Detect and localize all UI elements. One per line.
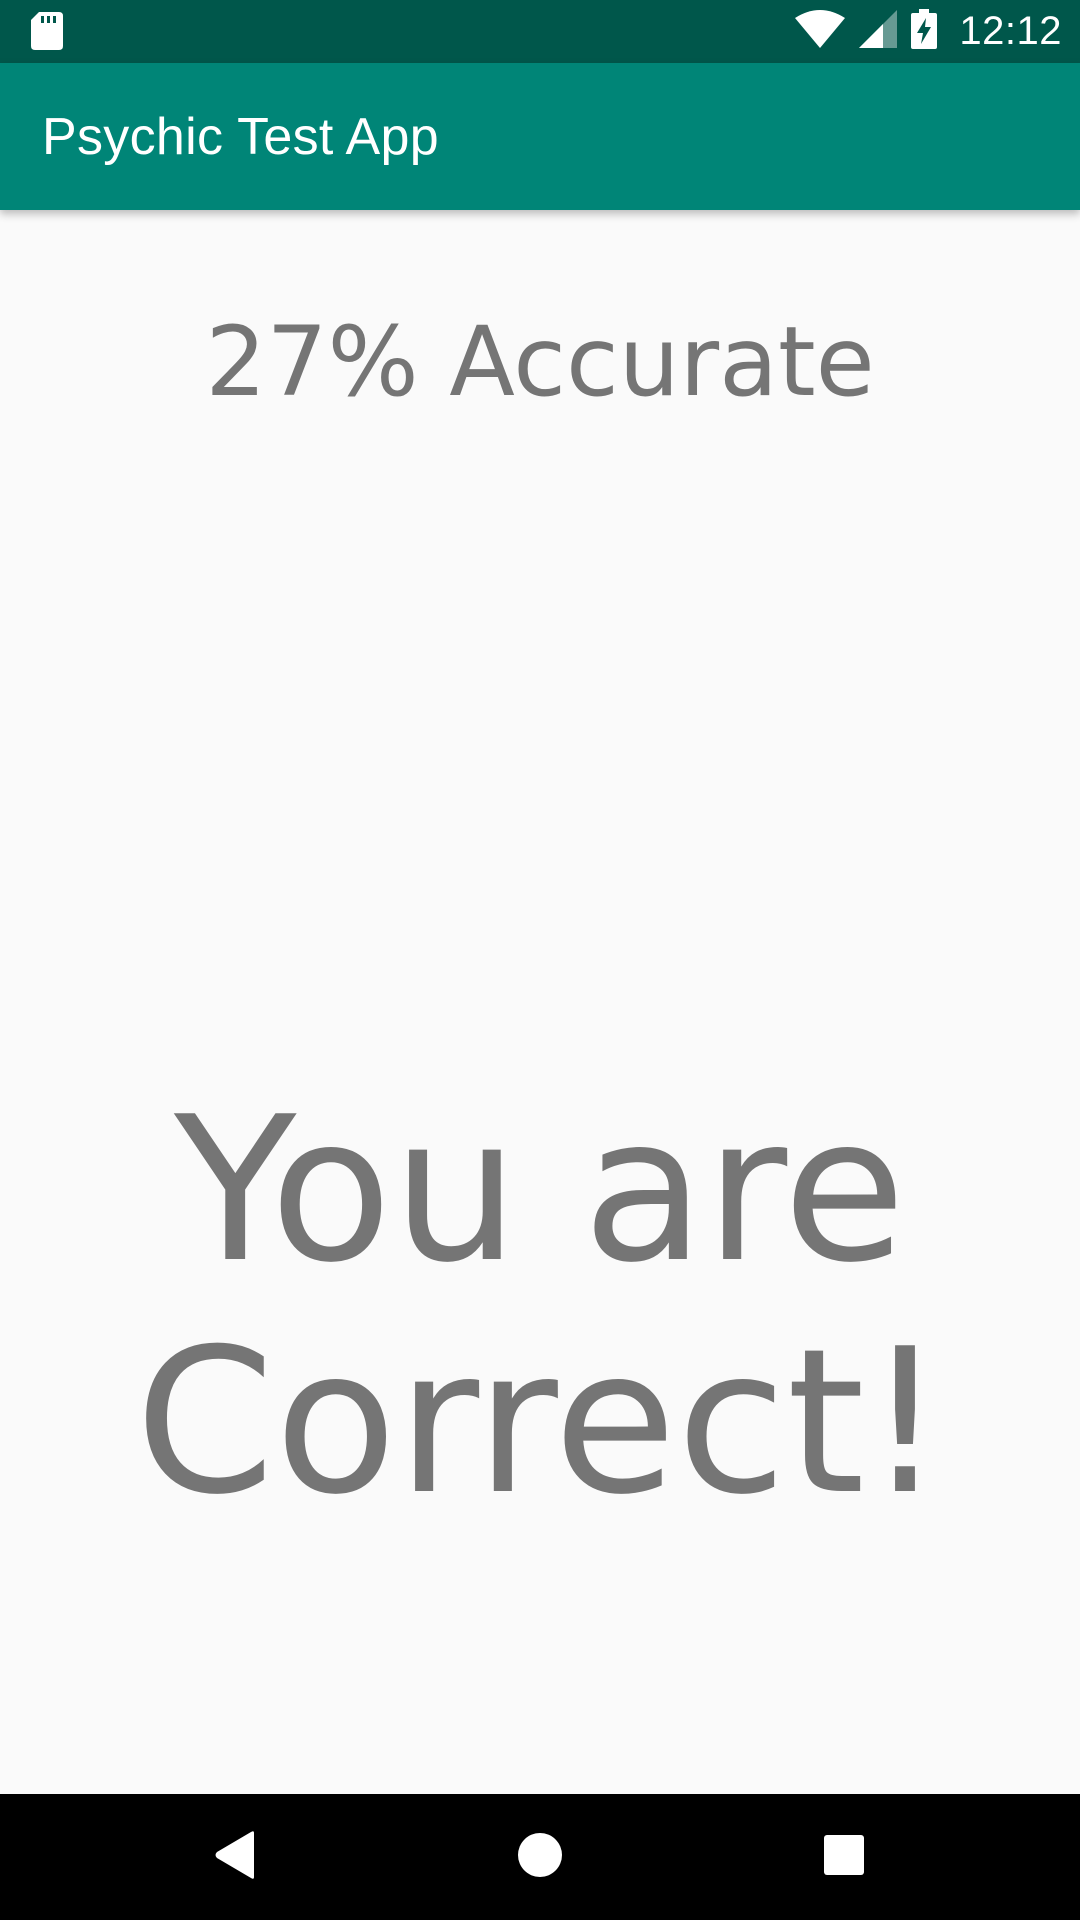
recents-button[interactable] [804,1817,884,1897]
home-button[interactable] [500,1817,580,1897]
status-time: 12:12 [959,9,1062,53]
cell-signal-icon [859,10,898,53]
back-icon [214,1830,258,1885]
back-button[interactable] [196,1817,276,1897]
app-screen: 12:12 Psychic Test App 27% Accurate You … [0,0,1080,1920]
app-bar: Psychic Test App [0,63,1080,210]
result-line-2: Correct! [134,1306,946,1539]
status-icons: 12:12 [795,0,1062,63]
navigation-bar [0,1794,1080,1920]
recents-icon [824,1834,864,1880]
status-bar: 12:12 [0,0,1080,63]
app-title: Psychic Test App [42,108,439,166]
battery-charging-icon [911,9,938,54]
result-message: You are Correct! [0,1075,1080,1539]
accuracy-label: 27% Accurate [205,306,875,418]
home-icon [517,1832,563,1883]
wifi-icon [795,10,846,53]
sd-card-icon [31,12,63,50]
result-line-1: You are [174,1074,906,1307]
